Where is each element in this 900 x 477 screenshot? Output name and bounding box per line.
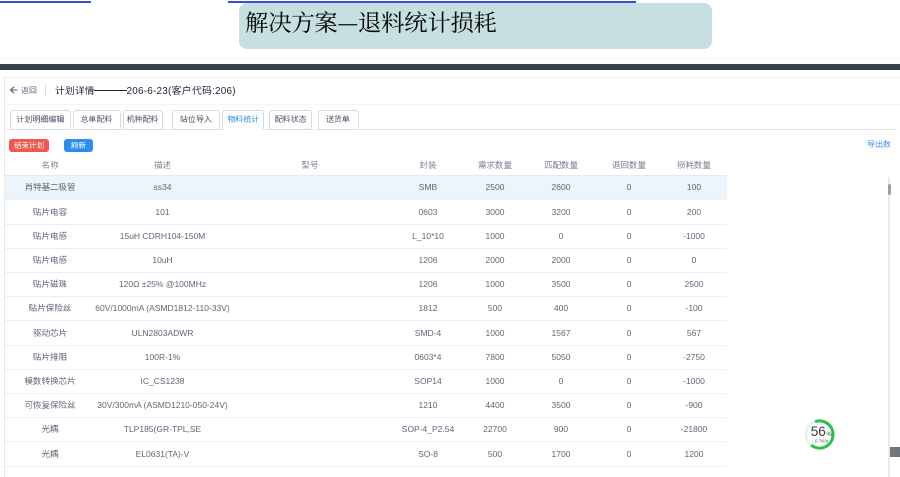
svg-text:%: % xyxy=(826,432,832,438)
svg-text:0.7K/s: 0.7K/s xyxy=(815,438,829,443)
svg-text:↓: ↓ xyxy=(811,438,814,444)
svg-text:56: 56 xyxy=(811,424,826,439)
